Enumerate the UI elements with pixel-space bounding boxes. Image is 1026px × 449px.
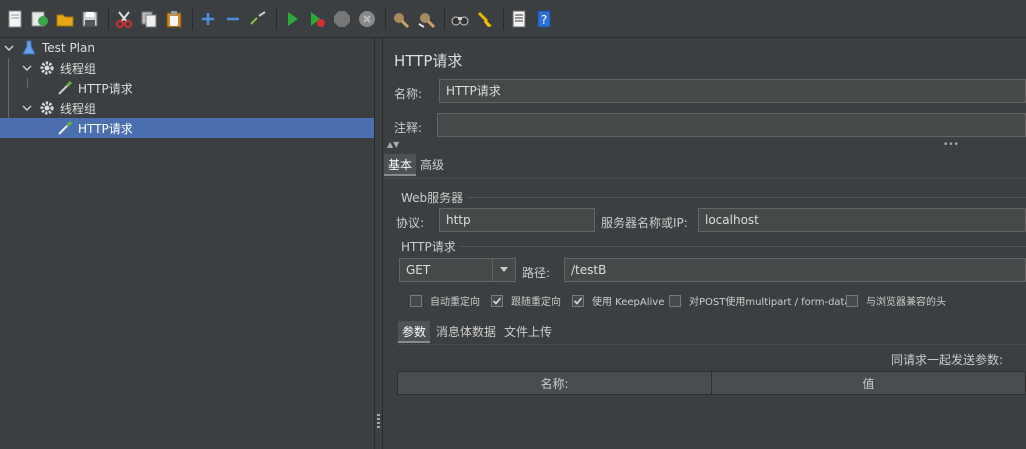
test-plan-tree: Test Plan 线程组 HTTP请求 线程组 HTTP请求 bbox=[0, 38, 430, 449]
collapse-icon[interactable] bbox=[222, 8, 244, 30]
method-value: GET bbox=[406, 263, 431, 277]
chevron-down-icon[interactable] bbox=[492, 259, 515, 281]
copy-icon[interactable] bbox=[138, 8, 160, 30]
tree-item-thread-group[interactable]: 线程组 bbox=[0, 98, 394, 118]
follow-redirect-checkbox[interactable]: 跟随重定向 bbox=[491, 293, 561, 308]
search-icon[interactable] bbox=[449, 8, 471, 30]
page-title: HTTP请求 bbox=[394, 52, 463, 70]
comment-label: 注释: bbox=[394, 121, 423, 135]
checkbox-box[interactable] bbox=[410, 294, 422, 307]
collapse-arrows-icon[interactable]: ▲▼ bbox=[387, 141, 399, 149]
sub-tab-divider bbox=[397, 344, 1026, 345]
toggle-icon[interactable] bbox=[247, 8, 269, 30]
tree-item-label: 线程组 bbox=[60, 61, 97, 76]
column-header-name[interactable]: 名称: bbox=[398, 372, 711, 394]
server-field[interactable]: localhost bbox=[698, 208, 1026, 232]
checkbox-box[interactable] bbox=[846, 294, 858, 307]
name-field[interactable]: HTTP请求 bbox=[439, 79, 1026, 103]
web-server-group-title: Web服务器 bbox=[401, 189, 468, 206]
name-label: 名称: bbox=[394, 87, 423, 101]
params-table-header: 名称: 值 bbox=[397, 371, 1026, 395]
group-line bbox=[453, 246, 1026, 247]
flask-icon bbox=[20, 39, 38, 57]
checkbox-label: 对POST使用multipart / form-data bbox=[689, 297, 851, 308]
expand-icon[interactable] bbox=[197, 8, 219, 30]
tree-item-label: 线程组 bbox=[60, 101, 97, 116]
pipette-icon bbox=[56, 79, 74, 97]
comment-field[interactable] bbox=[437, 113, 1026, 137]
method-select[interactable]: GET bbox=[399, 258, 516, 282]
gear-icon bbox=[38, 59, 56, 77]
path-label: 路径: bbox=[522, 266, 551, 280]
new-icon[interactable] bbox=[4, 8, 26, 30]
svg-text:?: ? bbox=[541, 13, 547, 27]
group-line bbox=[461, 197, 1026, 198]
tree-item-test-plan[interactable]: Test Plan bbox=[0, 38, 376, 58]
checkbox-label: 使用 KeepAlive bbox=[592, 297, 665, 308]
multipart-checkbox[interactable]: 对POST使用multipart / form-data bbox=[669, 293, 851, 308]
checkmark-icon bbox=[492, 296, 502, 305]
pipette-icon bbox=[56, 119, 74, 137]
splitter-grip[interactable] bbox=[377, 414, 380, 428]
open-icon[interactable] bbox=[54, 8, 76, 30]
chevron-down-icon[interactable] bbox=[20, 58, 34, 78]
shutdown-icon[interactable] bbox=[356, 8, 378, 30]
auto-redirect-checkbox[interactable]: 自动重定向 bbox=[410, 293, 480, 308]
function-helper-icon[interactable] bbox=[508, 8, 530, 30]
help-icon[interactable]: ? bbox=[533, 8, 555, 30]
checkbox-box[interactable] bbox=[572, 294, 584, 307]
tree-item-label: HTTP请求 bbox=[78, 121, 133, 136]
send-params-label: 同请求一起发送参数: bbox=[891, 353, 1004, 367]
tree-item-thread-group[interactable]: 线程组 bbox=[0, 58, 394, 78]
stop-icon[interactable] bbox=[331, 8, 353, 30]
toolbar: ? bbox=[0, 0, 1026, 38]
checkbox-box[interactable] bbox=[491, 294, 503, 307]
column-header-value[interactable]: 值 bbox=[711, 372, 1025, 394]
clear-all-icon[interactable] bbox=[415, 8, 437, 30]
save-icon[interactable] bbox=[79, 8, 101, 30]
checkbox-label: 与浏览器兼容的头 bbox=[866, 297, 946, 308]
tab-body-data[interactable]: 消息体数据 bbox=[432, 321, 500, 343]
checkbox-label: 跟随重定向 bbox=[511, 297, 561, 308]
reset-search-icon[interactable] bbox=[474, 8, 496, 30]
gear-icon bbox=[38, 99, 56, 117]
templates-icon[interactable] bbox=[29, 8, 51, 30]
tab-basic[interactable]: 基本 bbox=[384, 154, 417, 176]
tree-item-label: Test Plan bbox=[42, 41, 95, 55]
cut-icon[interactable] bbox=[113, 8, 135, 30]
http-request-group-title: HTTP请求 bbox=[401, 238, 460, 255]
pane-splitter[interactable] bbox=[374, 38, 383, 449]
browser-compatible-headers-checkbox[interactable]: 与浏览器兼容的头 bbox=[846, 293, 946, 308]
checkbox-label: 自动重定向 bbox=[430, 297, 480, 308]
drag-handle-icon[interactable]: ••• bbox=[943, 141, 959, 150]
keepalive-checkbox[interactable]: 使用 KeepAlive bbox=[572, 293, 664, 308]
protocol-label: 协议: bbox=[396, 216, 425, 230]
clear-icon[interactable] bbox=[390, 8, 412, 30]
checkmark-icon bbox=[573, 296, 583, 305]
start-icon[interactable] bbox=[281, 8, 303, 30]
protocol-field[interactable]: http bbox=[439, 208, 595, 232]
tab-divider bbox=[383, 178, 1026, 179]
http-request-panel: HTTP请求 名称: HTTP请求 注释: ▲▼ ••• 基本 高级 Web服务… bbox=[383, 38, 1026, 449]
tree-item-http-request-selected[interactable]: HTTP请求 bbox=[0, 118, 430, 138]
tab-file-upload[interactable]: 文件上传 bbox=[500, 321, 556, 343]
start-no-pause-icon[interactable] bbox=[306, 8, 328, 30]
paste-icon[interactable] bbox=[163, 8, 185, 30]
tab-parameters[interactable]: 参数 bbox=[398, 321, 431, 343]
path-field[interactable]: /testB bbox=[564, 258, 1026, 282]
checkbox-box[interactable] bbox=[669, 294, 681, 307]
tree-item-http-request[interactable]: HTTP请求 bbox=[0, 78, 430, 98]
tree-item-label: HTTP请求 bbox=[78, 81, 133, 96]
server-label: 服务器名称或IP: bbox=[601, 216, 688, 230]
chevron-down-icon[interactable] bbox=[2, 38, 16, 58]
tab-advanced[interactable]: 高级 bbox=[416, 154, 448, 176]
chevron-down-icon[interactable] bbox=[20, 98, 34, 118]
